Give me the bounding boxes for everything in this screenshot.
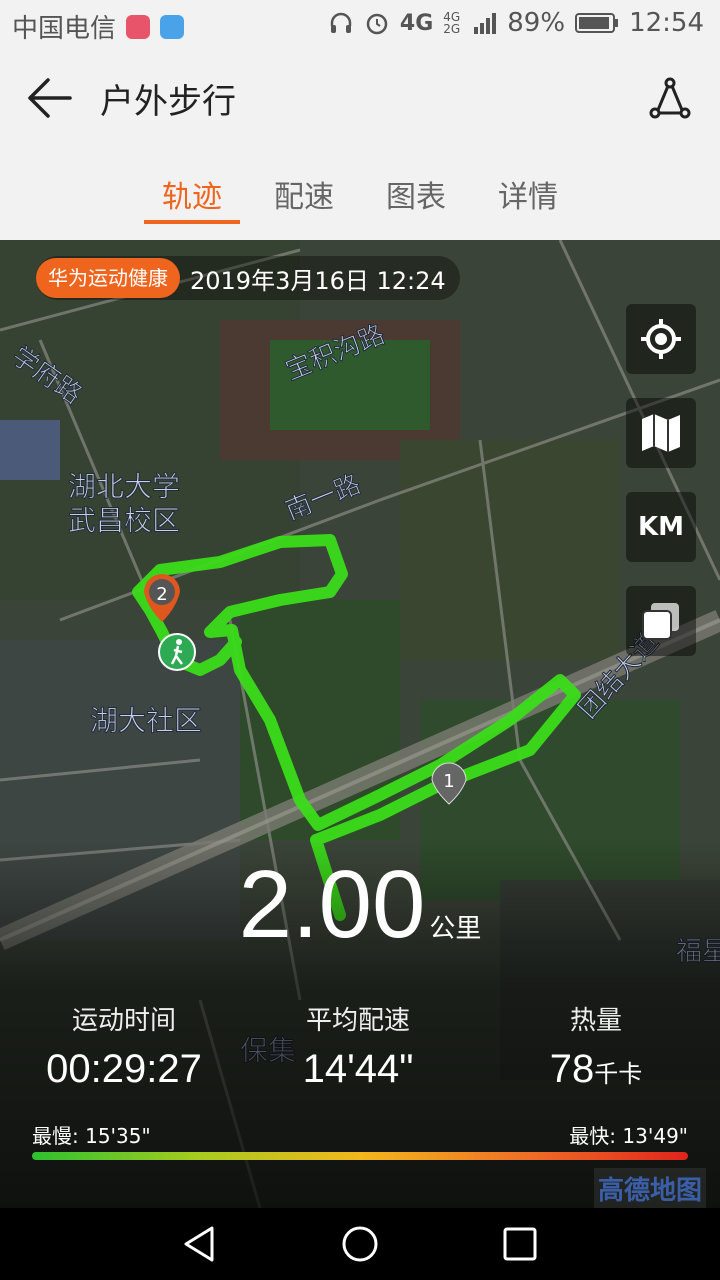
pace-gradient-bar bbox=[32, 1152, 688, 1160]
health-app-icon bbox=[160, 14, 185, 39]
stat-duration-value: 00:29:27 bbox=[46, 1047, 202, 1091]
tab-track[interactable]: 轨迹 bbox=[142, 172, 242, 216]
network-type-small: 4G 2G bbox=[443, 10, 461, 36]
page-title: 户外步行 bbox=[100, 82, 236, 122]
clock: 12:54 bbox=[629, 8, 704, 38]
layers-icon bbox=[642, 603, 679, 640]
stat-avg-pace: 平均配速 14'44" bbox=[238, 1000, 478, 1092]
map-provider-logo: 高德地图 bbox=[593, 1168, 706, 1208]
distance-block: 2.00 公里 bbox=[0, 850, 720, 960]
carrier-name: 中国电信 bbox=[12, 14, 117, 44]
tab-charts[interactable]: 图表 bbox=[366, 172, 466, 216]
locate-button[interactable] bbox=[626, 304, 696, 374]
locate-icon bbox=[641, 319, 681, 359]
stat-calories: 热量 78千卡 bbox=[476, 1000, 716, 1092]
tab-details[interactable]: 详情 bbox=[478, 172, 578, 216]
stat-duration-label: 运动时间 bbox=[71, 1006, 176, 1036]
battery-icon bbox=[575, 13, 619, 33]
source-badge-row: 华为运动健康 2019年3月16日 12:24 bbox=[36, 256, 460, 300]
marker-2-label: 2 bbox=[156, 584, 167, 605]
back-arrow-icon[interactable] bbox=[26, 76, 74, 120]
music-app-icon bbox=[126, 14, 151, 39]
stat-calories-label: 热量 bbox=[569, 1006, 622, 1036]
source-badge: 华为运动健康 bbox=[36, 258, 180, 298]
map-label-huda-community: 湖大社区 bbox=[90, 704, 202, 737]
tab-bar: 轨迹 配速 图表 详情 bbox=[0, 148, 720, 240]
battery-percent: 89% bbox=[507, 8, 566, 38]
map-type-button[interactable] bbox=[626, 398, 696, 468]
start-walker-marker bbox=[158, 633, 196, 671]
system-nav-bar bbox=[0, 1208, 720, 1280]
layers-button[interactable] bbox=[626, 586, 696, 656]
nav-recents-icon[interactable] bbox=[498, 1222, 542, 1266]
slowest-pace-label: 最慢: bbox=[32, 1124, 79, 1148]
tab-pace[interactable]: 配速 bbox=[254, 172, 354, 216]
stat-calories-value: 78 bbox=[549, 1047, 595, 1091]
workout-datetime: 2019年3月16日 12:24 bbox=[190, 266, 446, 295]
active-tab-indicator bbox=[144, 220, 240, 224]
slowest-pace-value: 15'35" bbox=[85, 1124, 151, 1148]
map-label-wuchang-campus: 武昌校区 bbox=[68, 504, 180, 537]
fastest-pace-value: 13'49" bbox=[622, 1124, 688, 1148]
map-label-hubei-university: 湖北大学 bbox=[68, 470, 180, 503]
stat-duration: 运动时间 00:29:27 bbox=[4, 1000, 244, 1092]
headphones-icon bbox=[330, 12, 352, 33]
unit-toggle-label: KM bbox=[637, 512, 685, 542]
distance-unit: 公里 bbox=[429, 914, 482, 944]
route-map[interactable]: 学府路 宝积沟路 南一路 湖北大学 武昌校区 湖大社区 团结大道 福星 保集 2… bbox=[0, 240, 720, 1208]
slowest-pace: 最慢: 15'35" bbox=[32, 1120, 151, 1149]
nav-home-icon[interactable] bbox=[338, 1222, 382, 1266]
stat-avg-pace-label: 平均配速 bbox=[305, 1006, 410, 1036]
status-bar: 中国电信 4G 4G 2G 89% 12:54 bbox=[0, 0, 720, 48]
stat-avg-pace-value: 14'44" bbox=[302, 1047, 414, 1091]
signal-icon bbox=[474, 13, 497, 34]
app-bar: 户外步行 bbox=[0, 48, 720, 148]
network-type: 4G bbox=[399, 10, 434, 36]
stat-calories-unit: 千卡 bbox=[594, 1061, 643, 1088]
alarm-icon bbox=[366, 13, 388, 35]
nav-back-icon[interactable] bbox=[178, 1222, 222, 1266]
map-icon bbox=[642, 414, 680, 452]
fastest-pace-label: 最快: bbox=[569, 1124, 617, 1148]
unit-toggle-button[interactable]: KM bbox=[626, 492, 696, 562]
marker-1-label: 1 bbox=[443, 771, 454, 792]
distance-value: 2.00 bbox=[238, 851, 426, 958]
share-icon[interactable] bbox=[646, 74, 694, 122]
fastest-pace: 最快: 13'49" bbox=[569, 1120, 688, 1149]
